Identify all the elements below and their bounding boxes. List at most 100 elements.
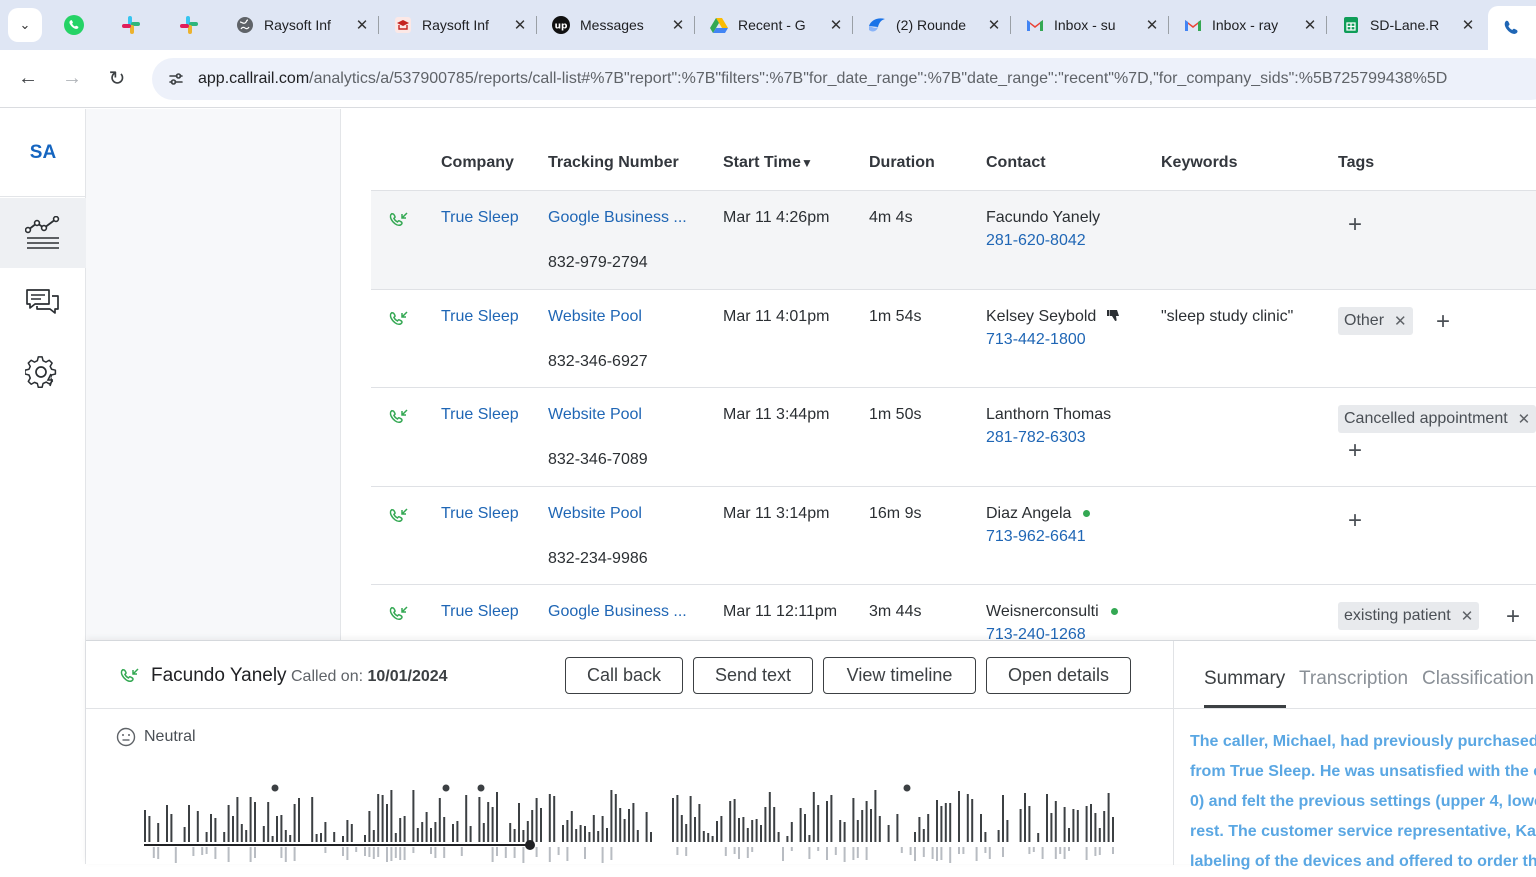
sidebar-item-analytics[interactable]: [0, 198, 86, 268]
table-row[interactable]: True Sleep Website Pool 832-346-6927 Mar…: [371, 290, 1536, 388]
browser-tab[interactable]: Recent - G ✕: [696, 6, 854, 44]
browser-tab-active[interactable]: [1488, 6, 1536, 50]
sidebar-item-settings[interactable]: [0, 338, 86, 408]
reload-button[interactable]: ↻: [101, 62, 133, 94]
called-on: Called on: 10/01/2024: [291, 668, 448, 686]
pinned-tab-whatsapp[interactable]: [54, 10, 94, 40]
sidebar-item-conversations[interactable]: [0, 268, 86, 338]
table-row[interactable]: True Sleep Website Pool 832-234-9986 Mar…: [371, 487, 1536, 585]
remove-tag-icon[interactable]: ✕: [1518, 410, 1531, 428]
column-header-tracking-number[interactable]: Tracking Number: [548, 154, 679, 172]
table-row[interactable]: True Sleep Google Business ... 832-979-2…: [371, 191, 1536, 290]
column-header-duration[interactable]: Duration: [869, 154, 935, 172]
browser-tab[interactable]: up Messages ✕: [538, 6, 696, 44]
close-icon[interactable]: ✕: [828, 16, 844, 34]
browser-tab[interactable]: (2) Rounde ✕: [854, 6, 1012, 44]
contact-phone-link[interactable]: 281-620-8042: [986, 232, 1086, 250]
close-icon[interactable]: ✕: [670, 16, 686, 34]
close-icon[interactable]: ✕: [1144, 16, 1160, 34]
add-tag-button[interactable]: +: [1506, 605, 1520, 629]
waveform-bar: [777, 832, 780, 842]
waveform-bar: [456, 821, 459, 842]
waveform-bar-secondary: [1002, 847, 1004, 857]
address-bar[interactable]: app.callrail.com/analytics/a/537900785/r…: [152, 58, 1536, 100]
site-info-icon[interactable]: [164, 67, 188, 91]
contact-phone-link[interactable]: 713-442-1800: [986, 331, 1086, 349]
waveform-bar: [808, 835, 811, 842]
pinned-tab-slack-1[interactable]: [111, 10, 151, 40]
view-timeline-button[interactable]: View timeline: [823, 657, 976, 694]
add-tag-button[interactable]: +: [1348, 213, 1362, 237]
pinned-tab-slack-2[interactable]: [169, 10, 209, 40]
company-link[interactable]: True Sleep: [441, 308, 519, 326]
add-tag-button[interactable]: +: [1348, 439, 1362, 463]
browser-toolbar: ← → ↻ app.callrail.com/analytics/a/53790…: [0, 50, 1536, 108]
waveform-bar: [284, 830, 287, 842]
waveform-bar: [672, 798, 674, 842]
close-icon[interactable]: ✕: [1302, 16, 1318, 34]
waveform-marker[interactable]: [271, 784, 279, 792]
close-icon[interactable]: ✕: [986, 16, 1002, 34]
call-back-button[interactable]: Call back: [565, 657, 683, 694]
waveform-marker[interactable]: [477, 784, 485, 792]
add-tag-button[interactable]: +: [1436, 310, 1450, 334]
contact-phone-link[interactable]: 713-240-1268: [986, 626, 1086, 640]
tab-title: Inbox - ray: [1212, 17, 1279, 33]
waveform-bar: [861, 810, 864, 842]
summary-line: labeling of the devices and offered to o…: [1190, 853, 1536, 870]
tracking-source-link[interactable]: Website Pool: [548, 308, 642, 326]
waveform-bar: [236, 797, 239, 842]
keywords: "sleep study clinic": [1161, 308, 1294, 325]
browser-tab[interactable]: SD-Lane.R ✕: [1328, 6, 1486, 44]
browser-tab[interactable]: Inbox - ray ✕: [1170, 6, 1328, 44]
open-details-button[interactable]: Open details: [986, 657, 1131, 694]
back-button[interactable]: ←: [12, 62, 44, 94]
tab-summary[interactable]: Summary: [1204, 668, 1285, 690]
table-row[interactable]: True Sleep Website Pool 832-346-7089 Mar…: [371, 388, 1536, 487]
remove-tag-icon[interactable]: ✕: [1461, 607, 1474, 625]
close-icon[interactable]: ✕: [512, 16, 528, 34]
company-link[interactable]: True Sleep: [441, 505, 519, 523]
waveform-bar: [170, 814, 173, 842]
send-text-button[interactable]: Send text: [693, 657, 813, 694]
column-header-contact[interactable]: Contact: [986, 154, 1046, 172]
contact-phone-link[interactable]: 713-962-6641: [986, 528, 1086, 546]
column-header-company[interactable]: Company: [441, 154, 514, 172]
google-sheets-icon: [1342, 16, 1360, 34]
tracking-source-link[interactable]: Google Business ...: [548, 603, 687, 621]
company-link[interactable]: True Sleep: [441, 209, 519, 227]
tracking-source-link[interactable]: Website Pool: [548, 505, 642, 523]
waveform-bar-secondary: [412, 847, 415, 853]
tracking-source-link[interactable]: Google Business ...: [548, 209, 687, 227]
tab-transcription[interactable]: Transcription: [1299, 668, 1408, 690]
browser-tab[interactable]: Raysoft Inf ✕: [380, 6, 538, 44]
forward-button[interactable]: →: [56, 62, 88, 94]
add-tag-button[interactable]: +: [1348, 509, 1362, 533]
contact-name: Facundo Yanely: [986, 209, 1101, 226]
remove-tag-icon[interactable]: ✕: [1394, 312, 1407, 330]
browser-tab[interactable]: Raysoft Inf ✕: [222, 6, 380, 44]
close-icon[interactable]: ✕: [1460, 16, 1476, 34]
waveform-bar: [271, 836, 274, 842]
tracking-source-link[interactable]: Website Pool: [548, 406, 642, 424]
column-header-tags[interactable]: Tags: [1338, 154, 1374, 172]
tab-search-button[interactable]: ⌄: [8, 8, 42, 42]
tab-classification[interactable]: Classification: [1422, 668, 1534, 690]
waveform-bar-secondary: [1085, 847, 1088, 860]
waveform-marker[interactable]: [442, 784, 450, 792]
company-link[interactable]: True Sleep: [441, 603, 519, 621]
table-row[interactable]: True Sleep Google Business ... Mar 11 12…: [371, 585, 1536, 640]
org-switcher[interactable]: SA: [0, 109, 86, 197]
playback-handle[interactable]: [525, 840, 535, 850]
column-header-start-time[interactable]: Start Time▼: [723, 154, 813, 172]
call-audio-waveform[interactable]: [144, 781, 1124, 865]
close-icon[interactable]: ✕: [354, 16, 370, 34]
browser-tab[interactable]: Inbox - su ✕: [1012, 6, 1170, 44]
waveform-bar-secondary: [205, 847, 208, 854]
waveform-bar: [1002, 795, 1004, 842]
company-link[interactable]: True Sleep: [441, 406, 519, 424]
column-header-keywords[interactable]: Keywords: [1161, 154, 1237, 172]
contact-phone-link[interactable]: 281-782-6303: [986, 429, 1086, 447]
waveform-marker[interactable]: [903, 784, 911, 792]
new-caller-indicator: [1110, 608, 1118, 616]
